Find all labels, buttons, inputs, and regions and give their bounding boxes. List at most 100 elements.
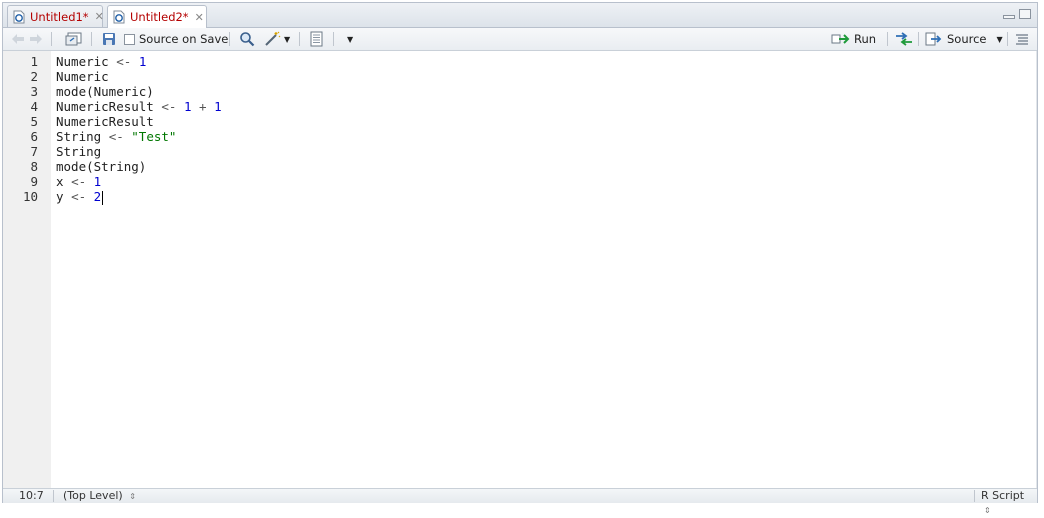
toolbar-divider [51, 32, 52, 46]
close-icon[interactable]: ✕ [95, 10, 104, 23]
code-token: <- [108, 129, 124, 144]
code-token: 1 [138, 54, 147, 69]
close-icon[interactable]: ✕ [195, 11, 204, 24]
maximize-pane-button[interactable] [1019, 9, 1031, 19]
code-token: + [191, 99, 215, 114]
more-options-chevron-icon[interactable]: ▼ [347, 31, 353, 47]
code-line[interactable]: y <- 2 [56, 189, 104, 205]
code-token: NumericResult [56, 99, 162, 114]
toolbar-divider [91, 32, 92, 46]
file-type-label: R Script [981, 489, 1025, 502]
scope-selector[interactable]: (Top Level) ⇕ [63, 489, 136, 503]
code-token: String [56, 129, 109, 144]
chevron-down-icon: ▼ [284, 34, 291, 44]
status-bar: 10:7 (Top Level) ⇕ R Script ⇕ [3, 488, 1037, 515]
line-number: 4 [30, 99, 38, 114]
code-token: 1 [214, 99, 222, 114]
checkbox-icon [124, 33, 135, 45]
run-label: Run [854, 32, 877, 46]
updown-icon: ⇕ [984, 506, 991, 515]
compile-notebook-icon[interactable] [309, 31, 325, 47]
code-line[interactable]: x <- 1 [56, 174, 101, 189]
scope-label: (Top Level) [63, 489, 123, 502]
code-line[interactable]: Numeric [56, 69, 109, 84]
code-token: Numeric [56, 69, 109, 84]
code-line[interactable]: String [56, 144, 101, 159]
save-icon[interactable] [102, 31, 116, 47]
source-editor-pane: Untitled1* ✕ Untitled2* ✕ Source on Save… [2, 2, 1038, 515]
minimize-pane-button[interactable] [1003, 15, 1015, 19]
line-number-gutter: 1 2 3 4 5 6 7 8 9 10 [3, 51, 51, 488]
line-number: 1 [30, 54, 38, 69]
forward-icon[interactable] [29, 31, 43, 47]
document-outline-icon[interactable] [1015, 31, 1029, 47]
toolbar-divider [333, 32, 334, 46]
updown-icon: ⇕ [129, 492, 136, 501]
code-token: y [56, 189, 72, 204]
file-type-selector[interactable]: R Script ⇕ [981, 489, 1037, 515]
code-token: Numeric [56, 54, 117, 69]
source-on-save-label: Source on Save [139, 32, 229, 46]
vertical-scrollbar[interactable] [1036, 51, 1037, 488]
toolbar-divider [887, 32, 888, 46]
code-token: 2 [93, 189, 102, 204]
code-token: <- [71, 174, 87, 189]
code-line[interactable]: Numeric <- 1 [56, 54, 146, 69]
code-line[interactable]: NumericResult [56, 114, 154, 129]
r-file-icon [113, 10, 125, 24]
rerun-icon[interactable] [894, 31, 914, 47]
code-token: x [56, 174, 72, 189]
r-file-icon [13, 10, 25, 24]
run-button[interactable]: Run [831, 31, 876, 47]
editor-toolbar: Source on Save ▼ ▼ Run Source ▼ [3, 28, 1037, 51]
pane-window-controls [1003, 9, 1031, 19]
code-line[interactable]: mode(String) [56, 159, 146, 174]
text-cursor [102, 190, 104, 205]
code-token: <- [161, 99, 177, 114]
code-tools-wand-icon[interactable]: ▼ [264, 31, 290, 47]
code-token: NumericResult [56, 114, 154, 129]
chevron-down-icon[interactable]: ▼ [997, 35, 1003, 44]
tab-label: Untitled1* [30, 9, 89, 24]
status-divider [974, 490, 975, 502]
toolbar-divider [299, 32, 300, 46]
line-number: 10 [22, 189, 38, 204]
source-on-save-checkbox[interactable]: Source on Save [124, 31, 228, 47]
code-token: "Test" [131, 129, 177, 144]
code-editor[interactable]: Numeric <- 1 Numeric mode(Numeric) NumericR… [51, 51, 1037, 488]
code-token: <- [71, 189, 87, 204]
source-label: Source [947, 32, 987, 46]
tab-label: Untitled2* [130, 10, 189, 24]
line-number: 3 [30, 84, 38, 99]
tab-strip: Untitled1* ✕ Untitled2* ✕ [3, 3, 1037, 28]
code-line[interactable]: mode(Numeric) [56, 84, 154, 99]
line-number: 8 [30, 159, 38, 174]
show-in-window-icon[interactable] [65, 31, 83, 47]
search-icon[interactable] [239, 31, 255, 47]
source-button[interactable]: Source ▼ [925, 31, 1003, 47]
code-token: String [56, 144, 102, 159]
toolbar-divider [1007, 32, 1008, 46]
line-number: 9 [30, 174, 38, 189]
back-icon[interactable] [11, 31, 25, 47]
line-number: 5 [30, 114, 38, 129]
line-number: 6 [30, 129, 38, 144]
code-token: mode(String) [56, 159, 147, 174]
toolbar-divider [229, 32, 230, 46]
tab-untitled1[interactable]: Untitled1* ✕ [7, 5, 104, 27]
status-divider [53, 490, 54, 502]
code-token: mode(Numeric) [56, 84, 154, 99]
code-token: 1 [93, 174, 102, 189]
tab-untitled2[interactable]: Untitled2* ✕ [107, 5, 207, 28]
line-number: 2 [30, 69, 38, 84]
toolbar-divider [918, 32, 919, 46]
cursor-position: 10:7 [19, 489, 44, 502]
code-line[interactable]: NumericResult <- 1 + 1 [56, 99, 222, 114]
line-number: 7 [30, 144, 38, 159]
code-line[interactable]: String <- "Test" [56, 129, 176, 144]
code-token: <- [116, 54, 132, 69]
